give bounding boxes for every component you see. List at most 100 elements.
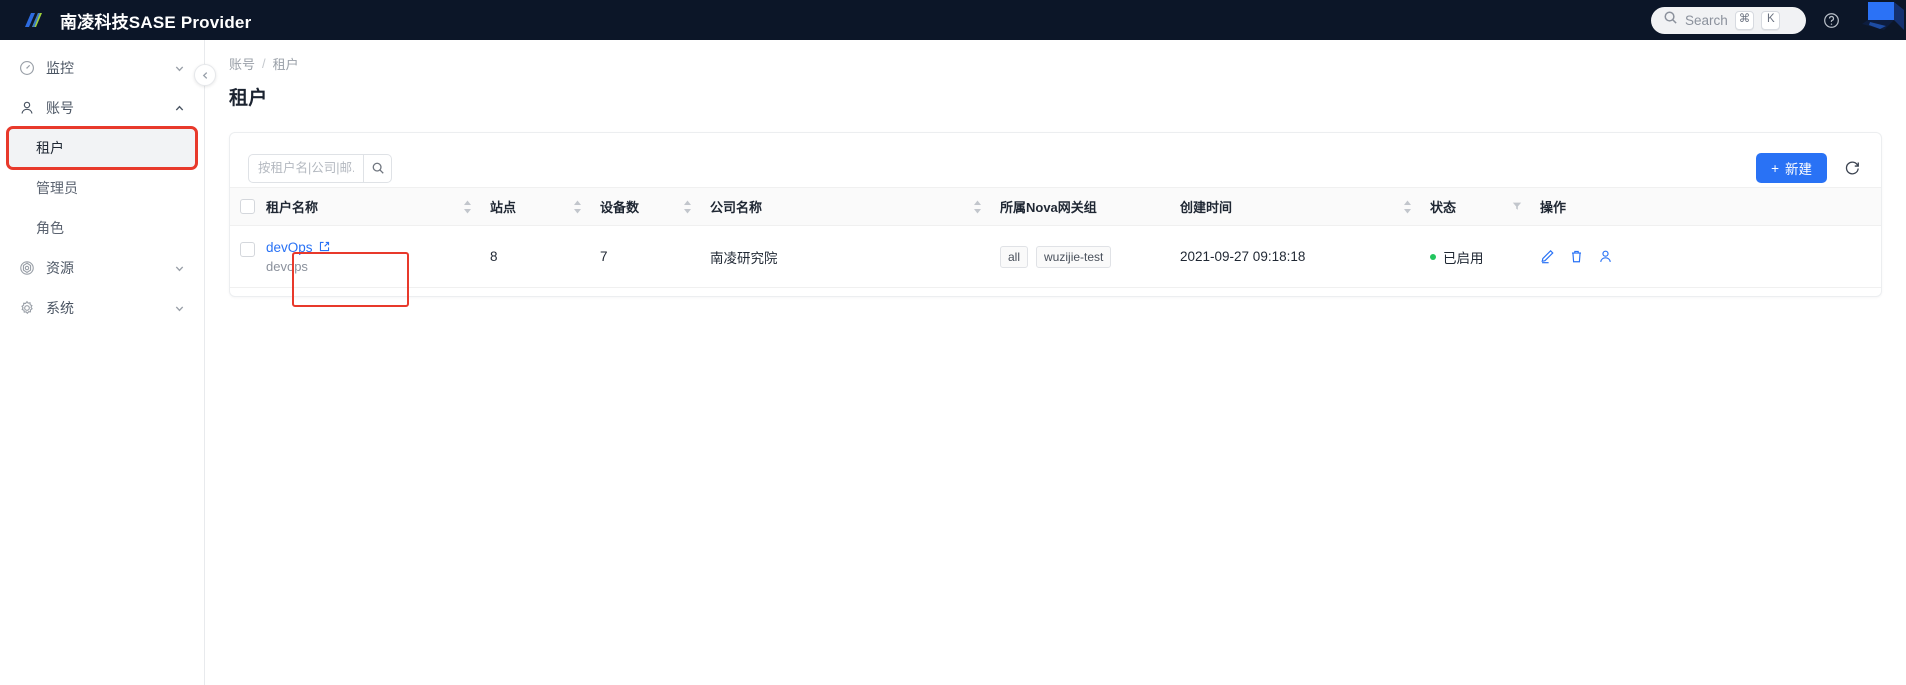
tenant-name-link[interactable]: devOps [266,240,330,255]
main-content: 账号 / 租户 租户 + 新建 [205,40,1906,685]
company-value: 南凌研究院 [710,250,778,266]
create-button[interactable]: + 新建 [1756,153,1827,183]
chevron-down-icon[interactable] [173,62,186,75]
tenant-name-sub: devops [266,258,308,274]
sidebar-item-label: 账号 [46,100,74,116]
refresh-icon[interactable] [1841,157,1863,179]
column-header-sites: 站点 [480,187,590,226]
column-label: 设备数 [600,200,640,215]
global-search-button[interactable]: Search ⌘ K [1651,6,1806,34]
column-label: 公司名称 [710,200,763,215]
column-header-status: 状态 [1420,187,1530,226]
cell-created: 2021-09-27 09:18:18 [1170,225,1420,288]
top-bar: 南凌科技SASE Provider Search ⌘ K [0,0,1906,40]
table-row[interactable]: devOps devops 8 7 南凌研究院 all wuzijie-test… [230,225,1881,288]
column-label: 租户名称 [266,200,319,215]
brand-slash-logo-icon [22,10,48,30]
toolbar-actions: + 新建 [1756,153,1863,183]
table-body: devOps devops 8 7 南凌研究院 all wuzijie-test… [230,225,1881,288]
sidebar-item-account[interactable]: 账号 [8,88,196,128]
sort-toggle-company[interactable] [973,200,982,214]
resource-icon [18,260,35,277]
dashboard-icon [18,60,35,77]
cell-status: 已启用 [1420,225,1530,288]
kbd-cmd: ⌘ [1734,10,1755,30]
row-actions [1540,249,1881,264]
app-title: 南凌科技SASE Provider [60,12,252,32]
column-header-created: 创建时间 [1170,187,1420,226]
create-button-label: 新建 [1785,162,1812,177]
table-header-row: 租户名称 站点 设备数 公司名称 所属Nova网关组 创建时间 状态 操作 [230,187,1881,226]
page-header: 账号 / 租户 租户 [205,40,1906,110]
sidebar-item-administrators[interactable]: 管理员 [8,168,196,208]
breadcrumb-parent[interactable]: 账号 [229,54,255,73]
tenant-name-text: devOps [266,239,313,255]
sort-toggle-sites[interactable] [573,200,582,214]
sidebar-item-label: 监控 [46,60,74,76]
cube-logo-icon [1860,0,1906,40]
sites-value: 8 [490,249,498,264]
sidebar-item-system[interactable]: 系统 [8,288,196,328]
sort-toggle-name[interactable] [463,200,472,214]
search-label: Search [1685,12,1728,28]
user-icon [18,100,35,117]
tenant-table: 租户名称 站点 设备数 公司名称 所属Nova网关组 创建时间 状态 操作 de… [230,187,1881,288]
external-link-icon[interactable] [319,240,330,255]
column-label: 所属Nova网关组 [1000,200,1097,215]
edit-icon[interactable] [1540,249,1555,264]
row-checkbox[interactable] [240,241,255,257]
select-all-checkbox[interactable] [240,199,255,214]
column-label: 站点 [490,200,517,215]
sidebar-subitem-label: 角色 [36,220,64,236]
brand: 南凌科技SASE Provider [0,8,251,33]
sidebar: 监控 账号 租户 管理员 角色 资源 系统 [0,40,205,685]
delete-icon[interactable] [1569,249,1584,264]
column-header-name: 租户名称 [230,187,480,226]
column-header-operations: 操作 [1530,187,1881,226]
sort-toggle-created[interactable] [1403,200,1412,214]
cell-company: 南凌研究院 [700,225,990,288]
nova-tag-list: all wuzijie-test [1000,245,1170,268]
sidebar-item-label: 系统 [46,300,74,316]
filter-icon[interactable] [1512,199,1522,214]
sidebar-subitem-label: 管理员 [36,180,78,196]
chevron-up-icon[interactable] [173,102,186,115]
cell-devices: 7 [590,225,700,288]
column-header-company: 公司名称 [700,187,990,226]
chevron-down-icon[interactable] [173,302,186,315]
nova-tag: all [1000,245,1029,268]
user-icon[interactable] [1598,249,1613,264]
question-circle-icon[interactable] [1820,9,1842,31]
sidebar-item-tenants[interactable]: 租户 [6,126,198,170]
gear-icon [18,300,35,317]
column-header-devices: 设备数 [590,187,700,226]
table-header: 租户名称 站点 设备数 公司名称 所属Nova网关组 创建时间 状态 操作 [230,187,1881,226]
created-value: 2021-09-27 09:18:18 [1180,249,1306,264]
cell-nova-group: all wuzijie-test [990,225,1170,288]
column-label: 状态 [1430,200,1457,215]
search-button[interactable] [363,153,392,183]
status-dot-icon [1430,253,1436,260]
tenant-search [248,153,392,183]
sidebar-item-monitoring[interactable]: 监控 [8,48,196,88]
breadcrumb-current: 租户 [272,57,299,72]
column-header-nova-group: 所属Nova网关组 [990,187,1170,226]
status-text: 已启用 [1443,250,1484,266]
sidebar-item-roles[interactable]: 角色 [8,208,196,248]
cell-sites: 8 [480,225,590,288]
sort-toggle-devices[interactable] [683,200,692,214]
status-badge: 已启用 [1430,247,1484,267]
devices-value: 7 [600,249,608,264]
top-bar-right: Search ⌘ K [1651,0,1906,40]
plus-icon: + [1771,160,1779,176]
tenant-card: + 新建 [229,132,1882,297]
sidebar-item-label: 资源 [46,260,74,276]
search-input[interactable] [248,153,363,183]
column-label: 操作 [1540,200,1567,215]
chevron-down-icon[interactable] [173,262,186,275]
sidebar-subitem-label: 租户 [36,140,64,156]
sidebar-collapse-button[interactable] [194,64,216,86]
column-label: 创建时间 [1180,200,1233,215]
search-icon [1663,10,1678,30]
sidebar-item-resources[interactable]: 资源 [8,248,196,288]
